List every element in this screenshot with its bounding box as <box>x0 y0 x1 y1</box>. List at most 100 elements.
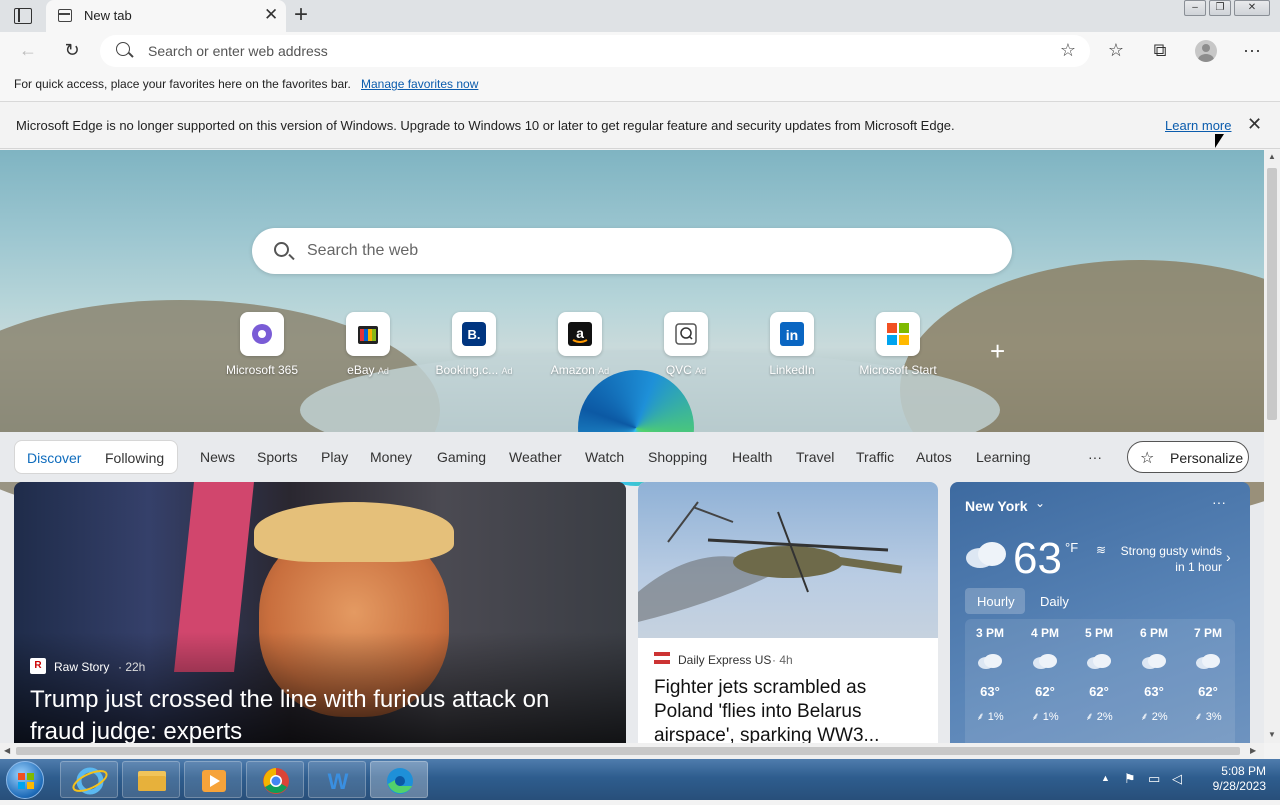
scrollbar-thumb[interactable] <box>16 747 1240 755</box>
chevron-down-icon[interactable]: ⌄ <box>1035 496 1045 510</box>
weather-location[interactable]: New York <box>965 498 1028 514</box>
amazon-icon: a <box>558 312 602 356</box>
back-icon[interactable]: ← <box>16 40 40 60</box>
nav-watch[interactable]: Watch <box>585 449 624 465</box>
nav-sports[interactable]: Sports <box>257 449 297 465</box>
quick-link-booking[interactable]: B. Booking.c... Ad <box>424 312 524 377</box>
weather-card[interactable]: New York ⌄ ··· 63 °F ≋ Strong gusty wind… <box>950 482 1250 743</box>
tab-following[interactable]: Following <box>105 450 164 466</box>
file-explorer-taskbar-button[interactable] <box>122 761 180 798</box>
personalize-label: Personalize <box>1170 450 1244 466</box>
close-window-button[interactable]: ✕ <box>1234 0 1270 16</box>
search-icon <box>274 242 289 257</box>
nav-autos[interactable]: Autos <box>916 449 952 465</box>
nav-traffic[interactable]: Traffic <box>856 449 894 465</box>
learn-more-link[interactable]: Learn more <box>1165 118 1231 133</box>
hour-temp: 62° <box>1035 684 1055 699</box>
quick-link-label: Booking.c... <box>435 363 499 377</box>
scroll-down-icon[interactable]: ▼ <box>1268 730 1276 739</box>
personalize-button[interactable]: ☆ Personalize <box>1127 441 1249 473</box>
weather-unit[interactable]: °F <box>1065 540 1078 555</box>
hour-temp: 62° <box>1089 684 1109 699</box>
story-card-main[interactable]: R Raw Story · 22h Trump just crossed the… <box>14 482 626 743</box>
start-button[interactable] <box>6 761 44 799</box>
nav-learning[interactable]: Learning <box>976 449 1031 465</box>
minimize-button[interactable]: ‒ <box>1184 0 1206 16</box>
writer-taskbar-button[interactable]: W <box>308 761 366 798</box>
scroll-right-icon[interactable]: ▶ <box>1250 746 1256 755</box>
story-headline[interactable]: Trump just crossed the line with furious… <box>30 684 600 743</box>
helicopter-image <box>638 501 903 622</box>
web-search-box[interactable]: Search the web <box>252 228 1012 274</box>
media-player-taskbar-button[interactable] <box>184 761 242 798</box>
quick-link-microsoft-365[interactable]: Microsoft 365 <box>212 312 312 377</box>
scroll-left-icon[interactable]: ◀ <box>4 746 10 755</box>
qvc-icon <box>664 312 708 356</box>
horizontal-scrollbar[interactable]: ◀ ▶ <box>0 743 1264 759</box>
action-center-icon[interactable]: ⚑ <box>1124 771 1136 787</box>
hourly-item: 4 PM 62° ⸙ 1% <box>1020 626 1070 724</box>
add-favorite-icon[interactable]: ☆ <box>1060 40 1076 61</box>
chevron-right-icon[interactable]: › <box>1226 549 1231 565</box>
manage-favorites-link[interactable]: Manage favorites now <box>361 77 478 91</box>
nav-weather[interactable]: Weather <box>509 449 562 465</box>
scroll-up-icon[interactable]: ▲ <box>1268 152 1276 161</box>
address-input[interactable]: Search or enter web address <box>148 43 328 59</box>
network-icon[interactable]: ▭ <box>1148 771 1160 787</box>
hour-time: 5 PM <box>1084 626 1113 640</box>
close-infobar-icon[interactable]: ✕ <box>1247 114 1262 135</box>
microsoft-logo-icon <box>876 312 920 356</box>
quick-link-label: Amazon <box>550 363 595 377</box>
hour-temp: 63° <box>1144 684 1164 699</box>
more-icon[interactable]: ··· <box>1240 40 1264 60</box>
edge-taskbar-button[interactable] <box>370 761 428 798</box>
tab-actions-icon[interactable] <box>14 8 32 24</box>
new-tab-button[interactable]: + <box>294 3 308 27</box>
hour-precip: ⸙ 2% <box>1074 709 1124 724</box>
quick-link-amazon[interactable]: a Amazon Ad <box>530 312 630 377</box>
chrome-taskbar-button[interactable] <box>246 761 304 798</box>
clock-date: 9/28/2023 <box>1212 779 1266 793</box>
maximize-button[interactable]: ❐ <box>1209 0 1231 16</box>
weather-alert[interactable]: Strong gusty winds in 1 hour <box>1108 543 1222 575</box>
cloud-icon <box>1086 652 1112 670</box>
show-hidden-icons[interactable]: ▲ <box>1101 773 1110 783</box>
tab-discover[interactable]: Discover <box>27 450 81 466</box>
nav-money[interactable]: Money <box>370 449 412 465</box>
ad-label: Ad <box>377 366 389 376</box>
nav-news[interactable]: News <box>200 449 235 465</box>
quick-link-linkedin[interactable]: in LinkedIn <box>742 312 842 377</box>
quick-link-microsoft-start[interactable]: Microsoft Start <box>848 312 948 377</box>
nav-play[interactable]: Play <box>321 449 348 465</box>
weather-more-icon[interactable]: ··· <box>1212 494 1226 510</box>
quick-link-ebay[interactable]: eBay Ad <box>318 312 418 377</box>
system-clock[interactable]: 5:08 PM 9/28/2023 <box>1196 764 1266 794</box>
nav-shopping[interactable]: Shopping <box>648 449 707 465</box>
infobar-message: Microsoft Edge is no longer supported on… <box>16 118 955 133</box>
hour-time: 7 PM <box>1193 626 1222 640</box>
favorites-icon[interactable]: ☆ <box>1104 40 1128 60</box>
volume-muted-icon[interactable]: ◁ <box>1172 771 1182 787</box>
tab-hourly[interactable]: Hourly <box>977 594 1015 609</box>
nav-travel[interactable]: Travel <box>796 449 834 465</box>
web-search-input[interactable]: Search the web <box>307 242 418 260</box>
precip-value: 1% <box>987 711 1004 723</box>
story-card-secondary[interactable]: Daily Express US · 4h Fighter jets scram… <box>638 482 938 743</box>
nav-health[interactable]: Health <box>732 449 772 465</box>
profile-avatar[interactable] <box>1195 40 1217 62</box>
scrollbar-thumb[interactable] <box>1267 168 1277 420</box>
collections-icon[interactable]: ⧉ <box>1148 40 1172 60</box>
internet-explorer-taskbar-button[interactable] <box>60 761 118 798</box>
refresh-icon[interactable]: ↻ <box>60 40 84 60</box>
add-site-button[interactable]: + <box>990 336 1005 367</box>
tab-daily[interactable]: Daily <box>1040 594 1069 609</box>
quick-link-qvc[interactable]: QVC Ad <box>636 312 736 377</box>
vertical-scrollbar[interactable]: ▲ ▼ <box>1264 150 1280 743</box>
nav-more-icon[interactable]: ··· <box>1088 449 1102 465</box>
quick-link-label: eBay <box>347 363 375 377</box>
tab-new-tab[interactable]: New tab ✕ <box>46 0 286 32</box>
story-headline[interactable]: Fighter jets scrambled as Poland 'flies … <box>654 676 924 743</box>
nav-gaming[interactable]: Gaming <box>437 449 486 465</box>
close-tab-icon[interactable]: ✕ <box>264 6 278 24</box>
address-bar[interactable]: Search or enter web address ☆ <box>100 35 1090 67</box>
